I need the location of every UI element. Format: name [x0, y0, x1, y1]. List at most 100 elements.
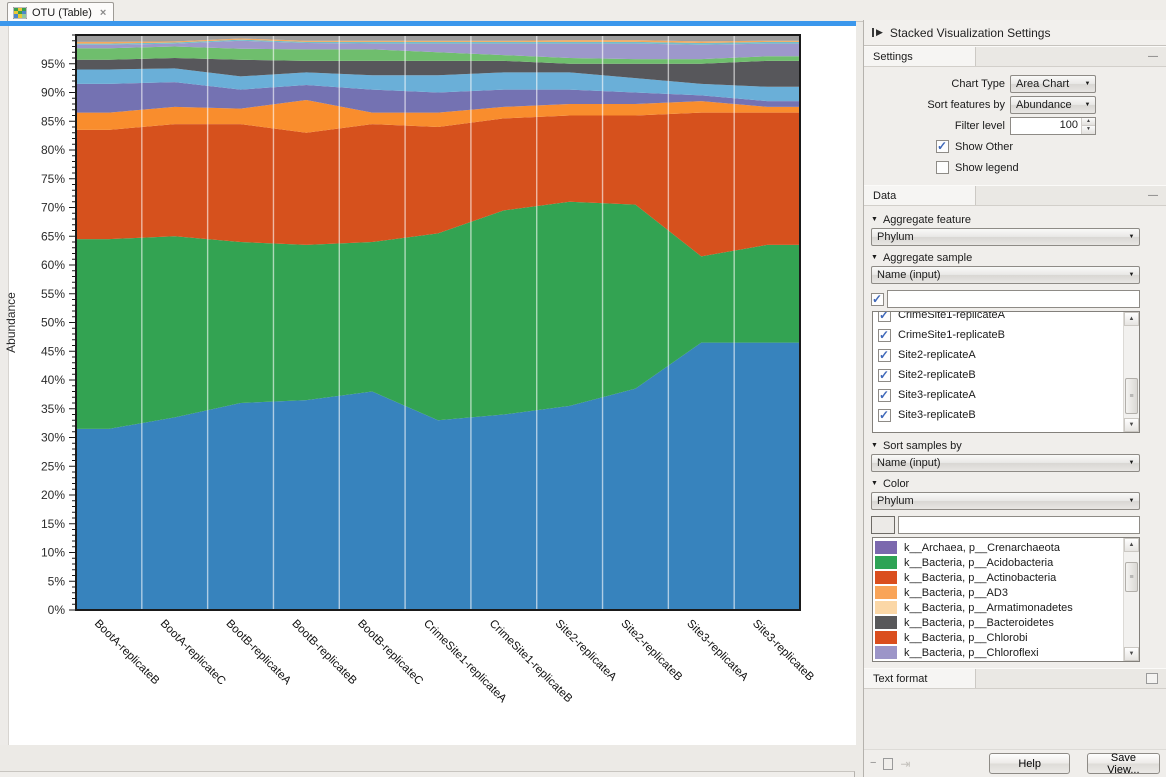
sample-list-scrollbar[interactable]: ▲ ≡ ▼ [1123, 312, 1139, 432]
scroll-up-icon[interactable]: ▲ [1124, 312, 1139, 326]
color-swatch[interactable] [875, 631, 897, 644]
sample-filter-input[interactable] [887, 290, 1140, 308]
sample-list-item[interactable]: Site2-replicateA [873, 345, 1123, 365]
aggregate-sample-label: Aggregate sample [883, 252, 972, 264]
text-format-expand-icon[interactable] [1146, 673, 1158, 684]
sort-features-label: Sort features by [927, 99, 1005, 111]
scrollbar-thumb[interactable]: ≡ [1125, 562, 1138, 592]
side-panel-header[interactable]: ▶ Stacked Visualization Settings [864, 20, 1166, 46]
color-swatch-blank[interactable] [871, 516, 895, 534]
y-tick-label: 0% [48, 603, 66, 617]
color-legend-item[interactable]: k__Bacteria, p__Chloroflexi [873, 645, 1123, 660]
text-format-body-collapsed [864, 689, 1166, 749]
tab-otu-table[interactable]: OTU (Table) × [7, 2, 114, 22]
color-swatch[interactable] [875, 541, 897, 554]
collapse-all-icon[interactable]: − [870, 758, 876, 769]
disclosure-icon[interactable]: ▼ [871, 254, 878, 261]
sample-checkbox[interactable] [878, 389, 891, 402]
disclosure-icon[interactable]: ▼ [871, 442, 878, 449]
y-tick-label: 30% [41, 431, 65, 445]
panel-collapse-icon[interactable]: ▶ [872, 28, 883, 37]
color-list-scrollbar[interactable]: ▲ ≡ ▼ [1123, 538, 1139, 661]
color-filter-input[interactable] [898, 516, 1140, 534]
chart-type-value: Area Chart [1011, 78, 1080, 90]
aggregate-feature-select[interactable]: Phylum ▼ [871, 228, 1140, 246]
sample-checkbox[interactable] [878, 369, 891, 382]
sort-features-select[interactable]: Abundance ▼ [1010, 96, 1096, 114]
sample-label: Site2-replicateA [898, 349, 976, 361]
show-legend-checkbox[interactable] [936, 161, 949, 174]
color-legend-item[interactable]: k__Bacteria, p__AD3 [873, 585, 1123, 600]
filter-level-value[interactable]: 100 [1011, 118, 1081, 134]
y-tick-label: 55% [41, 287, 65, 301]
spinner-down-icon[interactable]: ▼ [1082, 126, 1095, 134]
side-panel: ▶ Stacked Visualization Settings Setting… [863, 20, 1166, 777]
sample-checkbox[interactable] [878, 311, 891, 322]
taxon-label: k__Bacteria, p__Chloroflexi [904, 647, 1039, 659]
x-category-label: BootA-replicateC [158, 618, 228, 688]
taxon-label: k__Bacteria, p__Actinobacteria [904, 572, 1056, 584]
color-legend-item[interactable]: k__Bacteria, p__Armatimonadetes [873, 600, 1123, 615]
color-swatch[interactable] [875, 556, 897, 569]
y-tick-label: 60% [41, 258, 65, 272]
panel-bottom-bar: − ⇥ Help Save View... [864, 749, 1166, 777]
y-tick-label: 10% [41, 546, 65, 560]
show-legend-label: Show legend [955, 162, 1019, 174]
aggregate-feature-label: Aggregate feature [883, 214, 971, 226]
show-other-checkbox[interactable] [936, 140, 949, 153]
color-legend-item[interactable]: k__Archaea, p__Crenarchaeota [873, 540, 1123, 555]
expand-all-icon[interactable] [883, 758, 893, 770]
color-legend-item[interactable]: k__Bacteria, p__Chlorobi [873, 630, 1123, 645]
color-value: Phylum [872, 495, 1124, 507]
section-header-text-format[interactable]: Text format [864, 668, 1166, 689]
chart-type-select[interactable]: Area Chart ▼ [1010, 75, 1096, 93]
scroll-up-icon[interactable]: ▲ [1124, 538, 1139, 552]
tab-close-icon[interactable]: × [100, 7, 106, 19]
x-category-label: Site3-replicateA [684, 618, 750, 684]
color-swatch[interactable] [875, 616, 897, 629]
scroll-down-icon[interactable]: ▼ [1124, 418, 1139, 432]
settings-minimize-icon[interactable]: — [1148, 52, 1158, 62]
sample-checkbox[interactable] [878, 329, 891, 342]
y-tick-label: 80% [41, 143, 65, 157]
color-legend-item[interactable]: k__Bacteria, p__Bacteroidetes [873, 615, 1123, 630]
sample-list-item[interactable]: Site2-replicateB [873, 365, 1123, 385]
color-select[interactable]: Phylum ▼ [871, 492, 1140, 510]
chevron-down-icon: ▼ [1080, 102, 1095, 108]
table-icon [13, 7, 27, 19]
stacked-area-chart[interactable]: 0%5%10%15%20%25%30%35%40%45%50%55%60%65%… [0, 26, 856, 745]
sample-checkbox[interactable] [878, 349, 891, 362]
save-view-button[interactable]: Save View... [1087, 753, 1160, 774]
color-swatch[interactable] [875, 646, 897, 659]
aggregate-sample-select[interactable]: Name (input) ▼ [871, 266, 1140, 284]
disclosure-icon[interactable]: ▼ [871, 216, 878, 223]
section-header-data[interactable]: Data — [864, 185, 1166, 206]
color-legend-item[interactable]: k__Bacteria, p__Actinobacteria [873, 570, 1123, 585]
section-header-settings[interactable]: Settings — [864, 46, 1166, 67]
dock-panel-icon[interactable]: ⇥ [900, 758, 910, 770]
scroll-down-icon[interactable]: ▼ [1124, 647, 1139, 661]
color-legend-list[interactable]: k__Archaea, p__Crenarchaeotak__Bacteria,… [872, 537, 1140, 662]
color-legend-item[interactable]: k__Bacteria, p__Acidobacteria [873, 555, 1123, 570]
sample-list-item[interactable]: CrimeSite1-replicateB [873, 325, 1123, 345]
spinner-up-icon[interactable]: ▲ [1082, 118, 1095, 127]
sample-list[interactable]: CrimeSite1-replicateACrimeSite1-replicat… [872, 311, 1140, 433]
help-button[interactable]: Help [989, 753, 1069, 774]
taxon-label: k__Bacteria, p__Armatimonadetes [904, 602, 1073, 614]
scrollbar-thumb[interactable]: ≡ [1125, 378, 1138, 414]
sample-list-item[interactable]: CrimeSite1-replicateA [873, 311, 1123, 325]
sort-samples-select[interactable]: Name (input) ▼ [871, 454, 1140, 472]
x-category-label: Site3-replicateB [750, 618, 816, 684]
color-swatch[interactable] [875, 571, 897, 584]
sample-checkbox[interactable] [878, 409, 891, 422]
aggregate-feature-value: Phylum [872, 231, 1124, 243]
data-minimize-icon[interactable]: — [1148, 191, 1158, 201]
filter-level-spinner[interactable]: 100 ▲ ▼ [1010, 117, 1096, 135]
sample-list-item[interactable]: Site3-replicateA [873, 385, 1123, 405]
select-all-samples-checkbox[interactable] [871, 293, 884, 306]
color-swatch[interactable] [875, 601, 897, 614]
sample-list-item[interactable]: Site3-replicateB [873, 405, 1123, 425]
color-swatch[interactable] [875, 586, 897, 599]
disclosure-icon[interactable]: ▼ [871, 480, 878, 487]
taxon-label: k__Bacteria, p__Bacteroidetes [904, 617, 1054, 629]
